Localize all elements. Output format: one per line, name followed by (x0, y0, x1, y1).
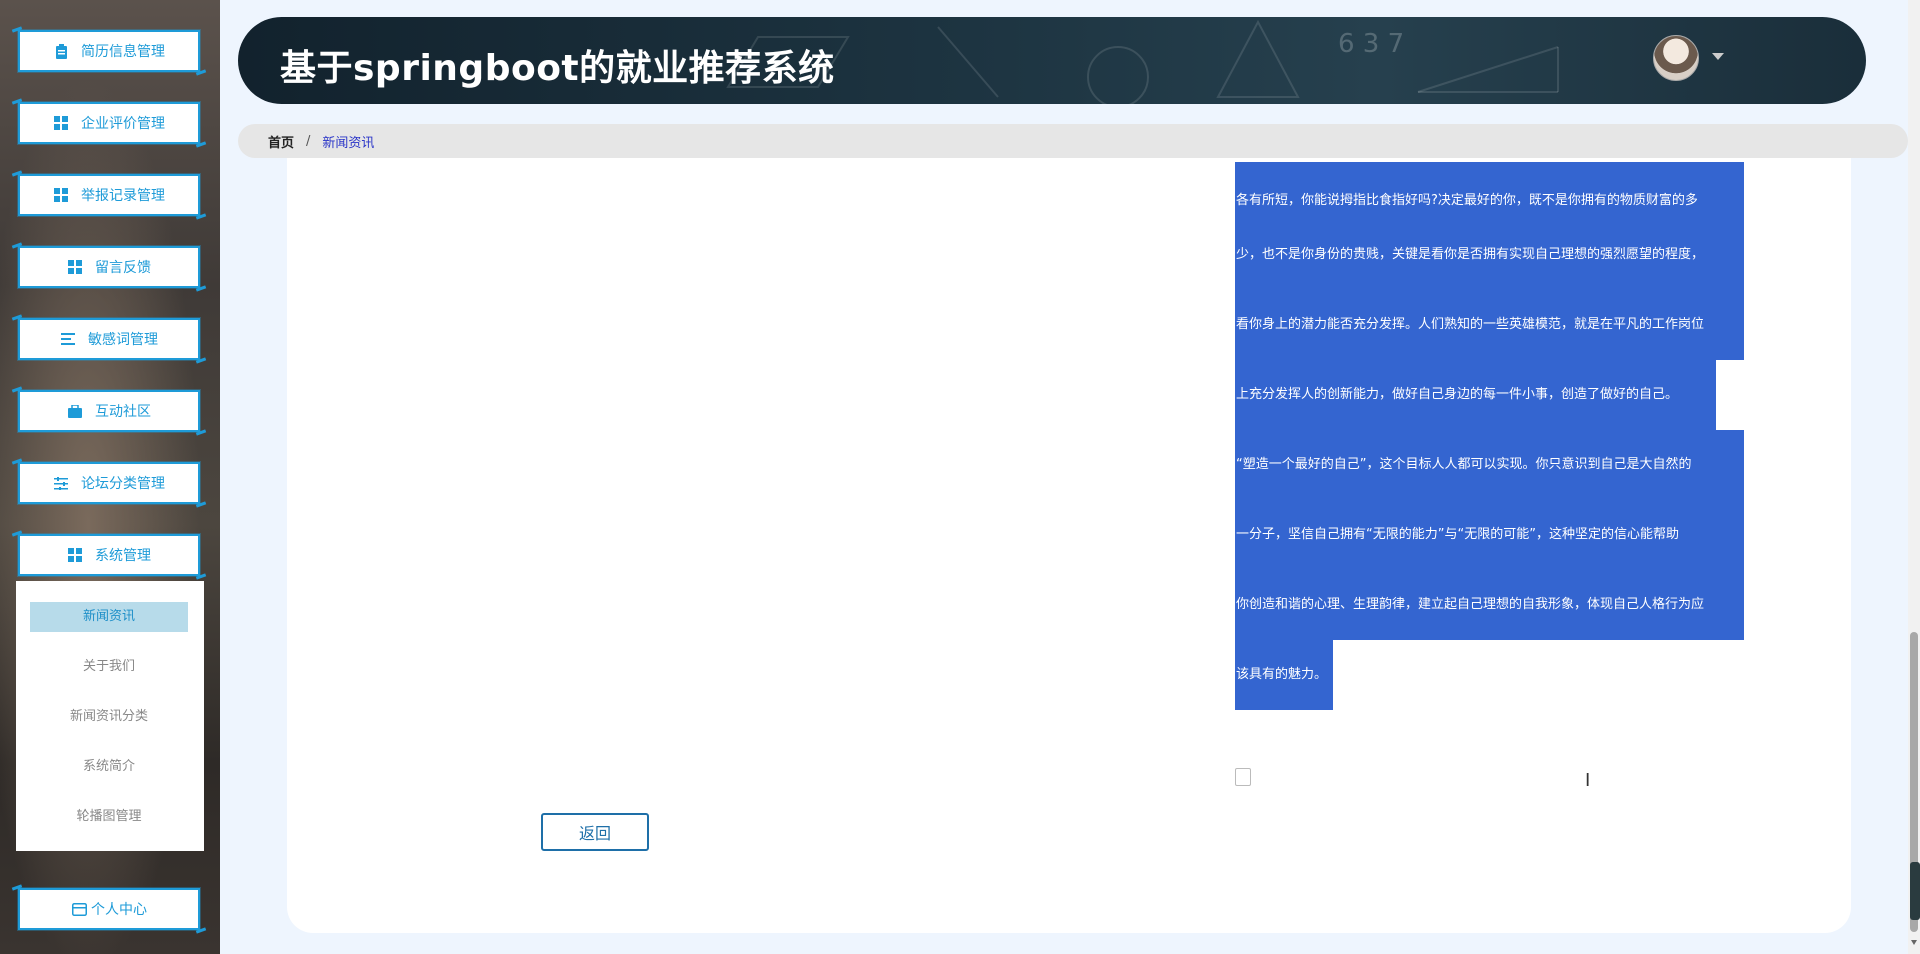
chevron-down-icon[interactable] (1712, 53, 1724, 60)
article-line: 该具有的魅力。 (1235, 640, 1333, 710)
breadcrumb-home[interactable]: 首页 (268, 132, 294, 151)
breadcrumb-current: 新闻资讯 (322, 135, 375, 151)
article-line: 上充分发挥人的创新能力，做好自己身边的每一件小事，创造了做好的自己。 (1235, 360, 1716, 430)
empty-image-placeholder (1235, 768, 1251, 786)
news-detail-panel: 各有所短，你能说拇指比食指好吗?决定最好的你，既不是你拥有的物质财富的多 少，也… (287, 158, 1851, 933)
sidebar: 简历信息管理 企业评价管理 举报记录管理 留言反馈 敏感词管理 互动社区 论坛分… (0, 0, 220, 954)
scroll-down-icon[interactable] (1911, 940, 1917, 945)
sidebar-item-label: 敏感词管理 (88, 332, 158, 348)
grid-icon (67, 259, 83, 275)
system-submenu: 新闻资讯 关于我们 新闻资讯分类 系统简介 轮播图管理 (16, 581, 204, 851)
sidebar-item-label: 论坛分类管理 (81, 476, 165, 492)
grid-icon (53, 115, 69, 131)
sidebar-item-label: 举报记录管理 (81, 188, 165, 204)
article-line: 各有所短，你能说拇指比食指好吗?决定最好的你，既不是你拥有的物质财富的多 (1235, 162, 1744, 220)
clipboard-icon (53, 43, 69, 59)
sidebar-item-label: 系统管理 (95, 548, 151, 564)
sidebar-item-report[interactable]: 举报记录管理 (18, 174, 200, 216)
sidebar-item-personal[interactable]: 个人中心 (18, 888, 200, 930)
back-button[interactable]: 返回 (541, 813, 649, 851)
page-scrollbar[interactable] (1908, 0, 1920, 954)
sliders-icon (53, 475, 69, 491)
sidebar-item-label: 简历信息管理 (81, 44, 165, 60)
submenu-item-news[interactable]: 新闻资讯 (30, 602, 188, 632)
sidebar-item-company-review[interactable]: 企业评价管理 (18, 102, 200, 144)
article-line: 你创造和谐的心理、生理韵律，建立起自己理想的自我形象，体现自己人格行为应 (1235, 570, 1744, 640)
floating-widget[interactable] (1910, 862, 1920, 920)
card-icon (71, 901, 87, 917)
article-line: “塑造一个最好的自己”，这个目标人人都可以实现。你只意识到自己是大自然的 (1235, 430, 1744, 500)
sidebar-item-resume[interactable]: 简历信息管理 (18, 30, 200, 72)
briefcase-icon (67, 403, 83, 419)
sidebar-item-sensitive-words[interactable]: 敏感词管理 (18, 318, 200, 360)
breadcrumb: 首页 / 新闻资讯 (238, 124, 1908, 158)
sidebar-item-label: 企业评价管理 (81, 116, 165, 132)
svg-text:6 3 7: 6 3 7 (1338, 29, 1404, 59)
sidebar-item-feedback[interactable]: 留言反馈 (18, 246, 200, 288)
article-line: 看你身上的潜力能否充分发挥。人们熟知的一些英雄模范，就是在平凡的工作岗位 (1235, 290, 1744, 360)
article-line: 少，也不是你身份的贵贱，关键是看你是否拥有实现自己理想的强烈愿望的程度， (1235, 220, 1744, 290)
sidebar-item-label: 互动社区 (95, 404, 151, 420)
header-banner: 6 3 7 基于springboot的就业推荐系统 (238, 17, 1866, 104)
list-icon (60, 331, 76, 347)
avatar[interactable] (1653, 35, 1699, 81)
article-line: 一分子，坚信自己拥有“无限的能力”与“无限的可能”，这种坚定的信心能帮助 (1235, 500, 1744, 570)
sidebar-item-system[interactable]: 系统管理 (18, 534, 200, 576)
text-cursor-icon: I (1585, 770, 1591, 791)
submenu-item-about[interactable]: 关于我们 (30, 652, 188, 682)
sidebar-item-label: 留言反馈 (95, 260, 151, 276)
breadcrumb-separator: / (306, 133, 311, 149)
app-title: 基于springboot的就业推荐系统 (280, 48, 835, 89)
sidebar-item-community[interactable]: 互动社区 (18, 390, 200, 432)
submenu-item-carousel[interactable]: 轮播图管理 (30, 802, 188, 832)
grid-icon (53, 187, 69, 203)
submenu-item-news-category[interactable]: 新闻资讯分类 (30, 702, 188, 732)
sidebar-item-forum-category[interactable]: 论坛分类管理 (18, 462, 200, 504)
sidebar-item-label: 个人中心 (91, 902, 147, 918)
grid-icon (67, 547, 83, 563)
submenu-item-intro[interactable]: 系统简介 (30, 752, 188, 782)
